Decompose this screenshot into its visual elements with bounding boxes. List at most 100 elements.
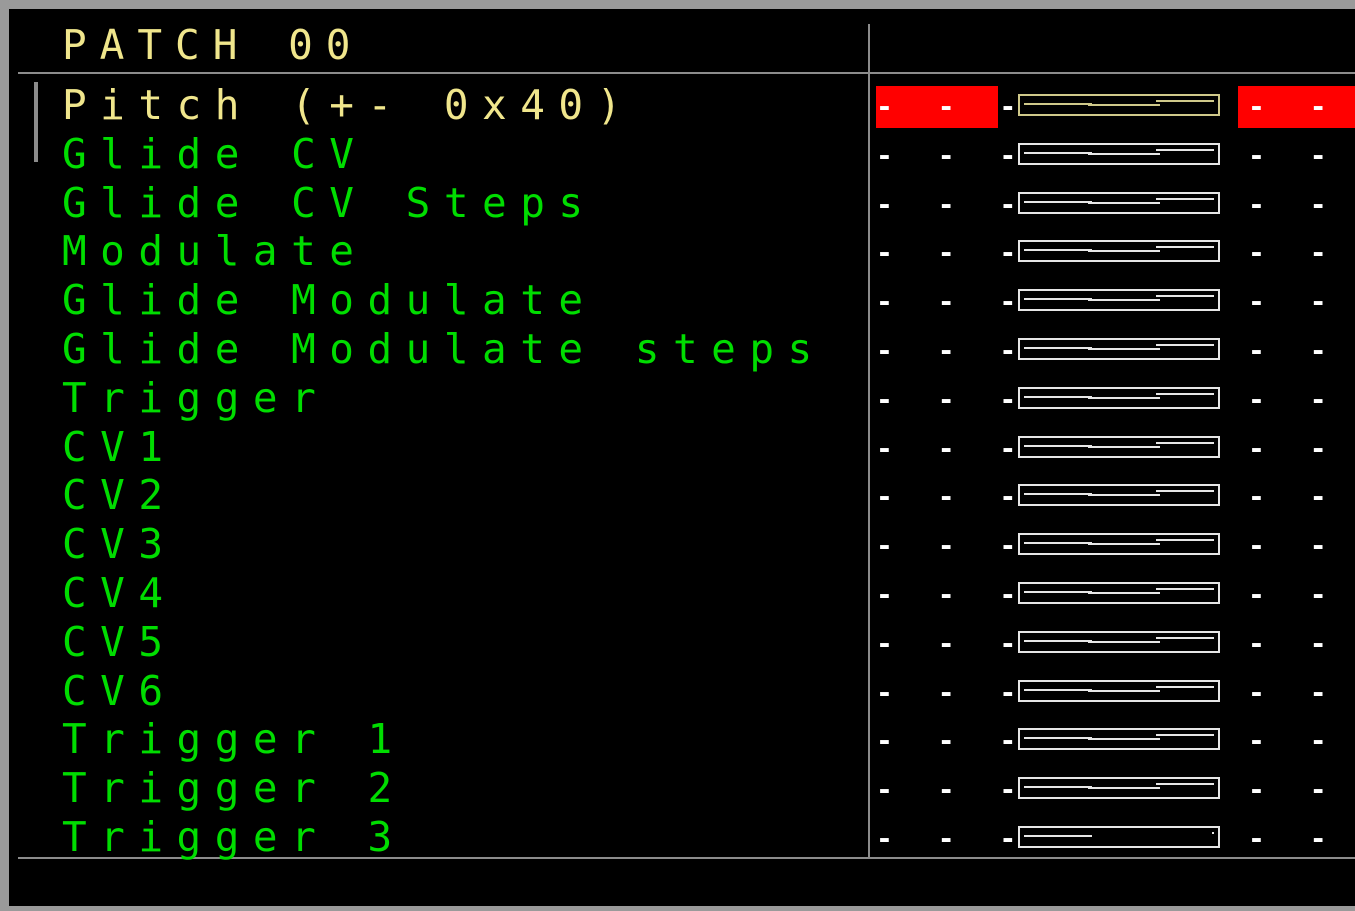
- param-slider[interactable]: [1018, 630, 1220, 653]
- param-left-value[interactable]: - - -: [876, 379, 1016, 421]
- param-label[interactable]: CV5: [62, 619, 177, 665]
- param-label[interactable]: CV4: [62, 570, 177, 616]
- scroll-indicator[interactable]: [34, 82, 38, 162]
- slider-track: [1088, 152, 1160, 155]
- param-slider[interactable]: [1018, 142, 1220, 165]
- patch-screen: PATCH 00 Pitch (+- 0x40) - - - - - - Glide …: [0, 0, 1355, 911]
- param-slider[interactable]: [1018, 94, 1220, 116]
- slider-fill-low: [1024, 639, 1092, 642]
- param-slider[interactable]: [1018, 191, 1220, 214]
- param-left-value[interactable]: - - -: [876, 135, 1016, 177]
- slider-fill-low: [1024, 737, 1092, 740]
- param-left-value[interactable]: - - -: [876, 428, 1016, 470]
- patch-title: PATCH 00: [62, 21, 364, 69]
- slider-fill-low: [1024, 786, 1092, 789]
- param-left-value[interactable]: - - -: [876, 769, 1016, 811]
- param-label[interactable]: Glide CV: [62, 131, 367, 177]
- slider-track: [1088, 396, 1160, 399]
- param-right-value[interactable]: - - -: [1238, 720, 1355, 762]
- param-label[interactable]: CV2: [62, 472, 177, 518]
- param-left-value[interactable]: - - -: [876, 623, 1016, 665]
- param-slider[interactable]: [1018, 777, 1220, 800]
- slider-fill-low: [1024, 395, 1092, 398]
- slider-track: [1088, 250, 1160, 253]
- param-right-value[interactable]: - - -: [1238, 818, 1355, 860]
- param-slider[interactable]: [1018, 484, 1220, 507]
- slider-fill-high: [1156, 295, 1214, 298]
- param-slider[interactable]: [1018, 338, 1220, 360]
- param-left-value[interactable]: - - -: [876, 476, 1016, 518]
- slider-fill-high: [1156, 539, 1214, 542]
- param-label[interactable]: Trigger 1: [62, 716, 406, 762]
- param-left-value[interactable]: - - -: [876, 232, 1016, 274]
- param-left-value[interactable]: - - -: [876, 330, 1016, 372]
- param-right-value[interactable]: - - -: [1238, 428, 1355, 470]
- param-label[interactable]: Trigger 2: [62, 765, 406, 811]
- param-label[interactable]: Trigger: [62, 375, 329, 421]
- slider-track: [1088, 104, 1160, 106]
- slider-fill-low: [1024, 200, 1092, 203]
- slider-track: [1088, 592, 1160, 594]
- slider-track: [1088, 738, 1160, 741]
- param-slider[interactable]: [1018, 386, 1220, 409]
- param-label[interactable]: CV6: [62, 668, 177, 714]
- param-label[interactable]: Trigger 3: [62, 814, 406, 860]
- param-left-value[interactable]: - - -: [876, 184, 1016, 226]
- param-left-value[interactable]: - - -: [876, 574, 1016, 616]
- param-right-value[interactable]: - - -: [1238, 525, 1355, 567]
- slider-fill-high: [1156, 685, 1214, 688]
- window-frame-left: [0, 0, 9, 911]
- slider-fill-low: [1024, 591, 1092, 593]
- param-right-value[interactable]: - - -: [1238, 135, 1355, 177]
- param-label[interactable]: Glide CV Steps: [62, 180, 597, 226]
- param-slider[interactable]: [1018, 240, 1220, 263]
- param-label[interactable]: Glide Modulate steps: [62, 326, 826, 372]
- param-slider[interactable]: [1018, 582, 1220, 604]
- param-left-value[interactable]: - - -: [876, 525, 1016, 567]
- window-frame-bottom: [0, 906, 1355, 911]
- param-label[interactable]: Glide Modulate: [62, 277, 597, 323]
- slider-fill-low: [1024, 835, 1092, 837]
- slider-track: [1088, 201, 1160, 204]
- param-left-value[interactable]: - - -: [876, 86, 1016, 128]
- slider-fill-high: [1156, 636, 1214, 639]
- param-right-value[interactable]: - - -: [1238, 623, 1355, 665]
- param-slider[interactable]: [1018, 728, 1220, 751]
- slider-fill-high: [1156, 100, 1214, 102]
- slider-fill-high: [1212, 832, 1214, 834]
- slider-track: [1088, 445, 1160, 448]
- param-label[interactable]: Pitch (+- 0x40): [62, 82, 635, 128]
- column-divider: [868, 24, 870, 858]
- param-left-value[interactable]: - - -: [876, 672, 1016, 714]
- slider-track: [1088, 787, 1160, 790]
- param-right-value[interactable]: - - -: [1238, 769, 1355, 811]
- param-right-value[interactable]: - - -: [1238, 86, 1355, 128]
- param-right-value[interactable]: - - -: [1238, 281, 1355, 323]
- slider-fill-low: [1024, 298, 1092, 301]
- param-slider[interactable]: [1018, 289, 1220, 312]
- param-left-value[interactable]: - - -: [876, 720, 1016, 762]
- param-right-value[interactable]: - - -: [1238, 184, 1355, 226]
- slider-fill-low: [1024, 151, 1092, 154]
- param-label[interactable]: Modulate: [62, 228, 367, 274]
- slider-fill-high: [1156, 197, 1214, 200]
- slider-fill-high: [1156, 441, 1214, 444]
- param-right-value[interactable]: - - -: [1238, 672, 1355, 714]
- slider-track: [1088, 543, 1160, 546]
- param-left-value[interactable]: - - -: [876, 281, 1016, 323]
- param-label[interactable]: CV1: [62, 424, 177, 470]
- param-right-value[interactable]: - - -: [1238, 574, 1355, 616]
- param-slider[interactable]: [1018, 533, 1220, 556]
- slider-fill-low: [1024, 493, 1092, 496]
- param-label[interactable]: CV3: [62, 521, 177, 567]
- param-right-value[interactable]: - - -: [1238, 476, 1355, 518]
- param-slider[interactable]: [1018, 826, 1220, 848]
- param-right-value[interactable]: - - -: [1238, 330, 1355, 372]
- param-slider[interactable]: [1018, 435, 1220, 458]
- param-right-value[interactable]: - - -: [1238, 379, 1355, 421]
- param-left-value[interactable]: - - -: [876, 818, 1016, 860]
- param-right-value[interactable]: - - -: [1238, 232, 1355, 274]
- slider-fill-high: [1156, 148, 1214, 151]
- param-slider[interactable]: [1018, 679, 1220, 702]
- slider-fill-high: [1156, 588, 1214, 590]
